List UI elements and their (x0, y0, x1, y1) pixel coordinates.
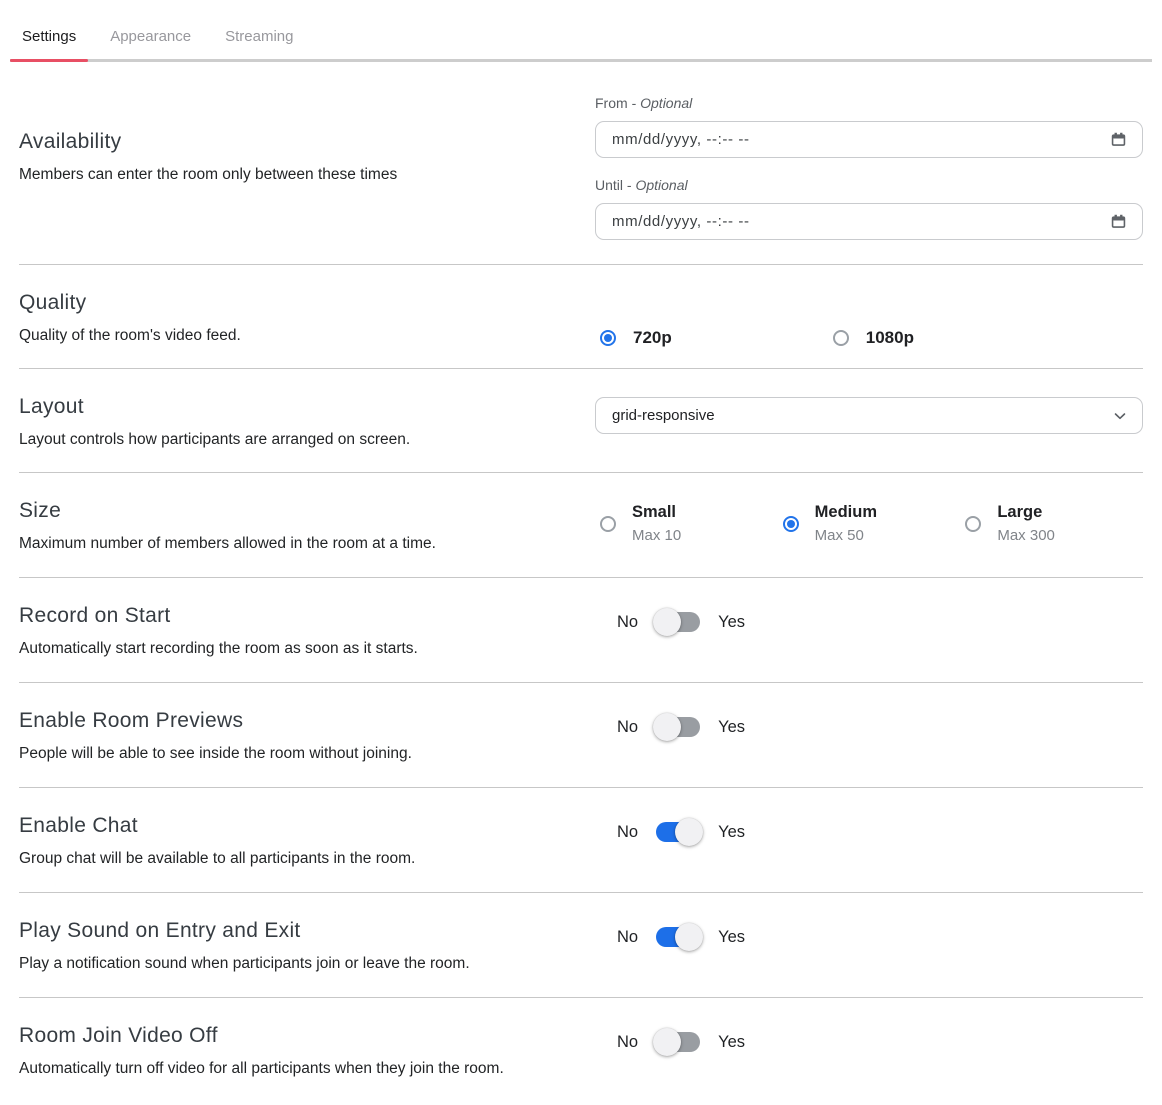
availability-title: Availability (19, 130, 595, 154)
quality-section: Quality Quality of the room's video feed… (19, 265, 1143, 369)
enable-room-previews-section: Enable Room Previews People will be able… (19, 683, 1143, 788)
layout-description: Layout controls how participants are arr… (19, 431, 595, 449)
radio-button[interactable] (600, 330, 616, 346)
toggle-yes-label: Yes (718, 718, 745, 737)
label-separator: - (627, 177, 632, 193)
tab-appearance[interactable]: Appearance (98, 0, 203, 59)
optional-hint: Optional (635, 177, 687, 193)
room-join-video-off-section: Room Join Video Off Automatically turn o… (19, 998, 1143, 1105)
from-datetime-placeholder: mm/dd/yyyy, --:-- -- (612, 131, 1109, 148)
until-datetime-input[interactable]: mm/dd/yyyy, --:-- -- (595, 203, 1143, 240)
room-join-video-off-toggle[interactable] (656, 1032, 700, 1052)
record-on-start-description: Automatically start recording the room a… (19, 640, 595, 658)
availability-section: Availability Members can enter the room … (19, 62, 1143, 265)
room-join-video-off-title: Room Join Video Off (19, 1024, 595, 1048)
layout-select[interactable]: grid-responsive (595, 397, 1143, 434)
radio-label: Large (997, 502, 1055, 522)
record-on-start-section: Record on Start Automatically start reco… (19, 578, 1143, 683)
layout-select-value: grid-responsive (612, 407, 1112, 424)
radio-label: Small (632, 502, 681, 522)
toggle-yes-label: Yes (718, 613, 745, 632)
size-option-small[interactable]: Small Max 10 (595, 502, 778, 577)
enable-chat-description: Group chat will be available to all part… (19, 850, 595, 868)
size-description: Maximum number of members allowed in the… (19, 535, 595, 553)
size-title: Size (19, 499, 595, 523)
play-sound-description: Play a notification sound when participa… (19, 955, 595, 973)
toggle-no-label: No (617, 1033, 638, 1052)
optional-hint: Optional (640, 95, 692, 111)
radio-button[interactable] (600, 516, 616, 532)
radio-label: 1080p (866, 328, 914, 348)
from-field-label: From - Optional (595, 95, 1143, 111)
quality-title: Quality (19, 291, 595, 315)
tab-settings[interactable]: Settings (10, 0, 88, 59)
tab-bar: Settings Appearance Streaming (10, 0, 1152, 62)
radio-sublabel: Max 300 (997, 527, 1055, 544)
calendar-icon[interactable] (1109, 130, 1128, 149)
record-on-start-title: Record on Start (19, 604, 595, 628)
until-datetime-placeholder: mm/dd/yyyy, --:-- -- (612, 213, 1109, 230)
toggle-no-label: No (617, 613, 638, 632)
tab-streaming[interactable]: Streaming (213, 0, 305, 59)
enable-chat-toggle[interactable] (656, 822, 700, 842)
size-option-large[interactable]: Large Max 300 (960, 502, 1143, 577)
size-section: Size Maximum number of members allowed i… (19, 473, 1143, 578)
play-sound-toggle[interactable] (656, 927, 700, 947)
quality-option-1080p[interactable]: 1080p (828, 328, 914, 348)
radio-sublabel: Max 50 (815, 527, 877, 544)
quality-description: Quality of the room's video feed. (19, 327, 595, 345)
calendar-icon[interactable] (1109, 212, 1128, 231)
enable-chat-title: Enable Chat (19, 814, 595, 838)
enable-chat-section: Enable Chat Group chat will be available… (19, 788, 1143, 893)
toggle-no-label: No (617, 823, 638, 842)
layout-section: Layout Layout controls how participants … (19, 369, 1143, 473)
radio-button[interactable] (965, 516, 981, 532)
toggle-no-label: No (617, 928, 638, 947)
toggle-yes-label: Yes (718, 823, 745, 842)
quality-option-720p[interactable]: 720p (595, 328, 672, 348)
play-sound-title: Play Sound on Entry and Exit (19, 919, 595, 943)
play-sound-section: Play Sound on Entry and Exit Play a noti… (19, 893, 1143, 998)
size-option-medium[interactable]: Medium Max 50 (778, 502, 961, 577)
enable-room-previews-description: People will be able to see inside the ro… (19, 745, 595, 763)
radio-label: 720p (633, 328, 672, 348)
toggle-yes-label: Yes (718, 928, 745, 947)
radio-sublabel: Max 10 (632, 527, 681, 544)
radio-button[interactable] (833, 330, 849, 346)
chevron-down-icon (1112, 408, 1128, 424)
enable-room-previews-title: Enable Room Previews (19, 709, 595, 733)
availability-description: Members can enter the room only between … (19, 166, 595, 184)
label-separator: - (632, 95, 637, 111)
record-on-start-toggle[interactable] (656, 612, 700, 632)
radio-button[interactable] (783, 516, 799, 532)
radio-label: Medium (815, 502, 877, 522)
toggle-no-label: No (617, 718, 638, 737)
until-field-label: Until - Optional (595, 177, 1143, 193)
toggle-yes-label: Yes (718, 1033, 745, 1052)
from-datetime-input[interactable]: mm/dd/yyyy, --:-- -- (595, 121, 1143, 158)
enable-room-previews-toggle[interactable] (656, 717, 700, 737)
layout-title: Layout (19, 395, 595, 419)
settings-panel: Availability Members can enter the room … (0, 62, 1162, 1105)
room-join-video-off-description: Automatically turn off video for all par… (19, 1060, 595, 1078)
